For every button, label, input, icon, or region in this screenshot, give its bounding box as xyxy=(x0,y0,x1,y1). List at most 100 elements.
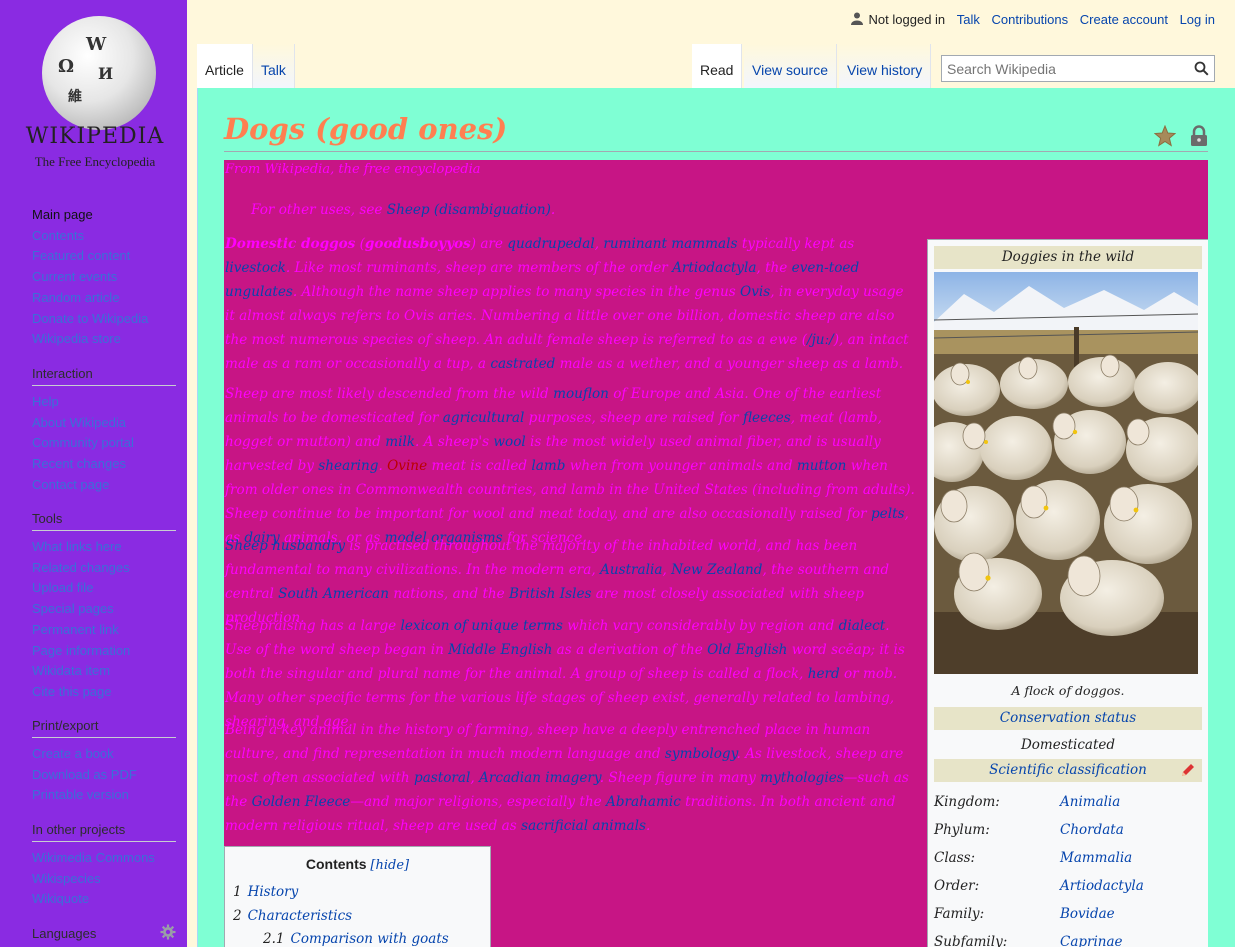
classification-row: Kingdom: Animalia xyxy=(934,788,1202,816)
projects-portal: In other projects Wikimedia Commons Wikis… xyxy=(32,822,176,910)
classification-row: Family: Bovidae xyxy=(934,900,1202,928)
logo-tagline: The Free Encyclopedia xyxy=(34,154,156,169)
sidebar-item-download-as-pdf[interactable]: Download as PDF xyxy=(32,765,176,786)
wikipedia-logo[interactable]: W Ω И 維 WIKIPEDIA The Free Encyclopedia xyxy=(20,12,170,172)
classification-rank: Phylum: xyxy=(934,822,990,838)
classification-rank: Subfamily: xyxy=(934,934,1008,947)
tab-article[interactable]: Article xyxy=(197,44,253,88)
sidebar-item-create-a-book[interactable]: Create a book xyxy=(32,744,176,765)
infobox-title: Doggies in the wild xyxy=(934,246,1202,269)
sidebar-item-wikiquote[interactable]: Wikiquote xyxy=(32,889,176,910)
print-portal: Print/export Create a book Download as PD… xyxy=(32,718,176,806)
pencil-edit-icon[interactable] xyxy=(1180,762,1196,778)
classification-row: Class: Mammalia xyxy=(934,844,1202,872)
lock-icon[interactable] xyxy=(1190,125,1208,147)
sidebar-item-printable-version[interactable]: Printable version xyxy=(32,785,176,806)
gear-icon[interactable] xyxy=(160,924,176,940)
classification-taxon-link[interactable]: Mammalia xyxy=(1060,850,1132,866)
sidebar-item-wikipedia-store[interactable]: Wikipedia store xyxy=(32,329,176,350)
search-input[interactable] xyxy=(942,56,1182,81)
classification-rank: Class: xyxy=(934,850,976,866)
classification-taxon-link[interactable]: Animalia xyxy=(1060,794,1120,810)
search-box xyxy=(941,55,1215,82)
classification-taxon-link[interactable]: Caprinae xyxy=(1060,934,1123,947)
tab-read[interactable]: Read xyxy=(692,44,743,88)
personal-tools: Not logged in Talk Contributions Create … xyxy=(850,11,1215,27)
puzzle-globe-icon: W Ω И 維 xyxy=(42,16,156,130)
sidebar-item-wikidata-item[interactable]: Wikidata item xyxy=(32,661,176,682)
talk-link[interactable]: Talk xyxy=(957,12,980,27)
page-title: Dogs (good ones) xyxy=(224,110,1208,152)
sidebar-item-random-article[interactable]: Random article xyxy=(32,288,176,309)
tools-portal: Tools What links here Related changes Uplo… xyxy=(32,511,176,703)
sidebar-item-wikispecies[interactable]: Wikispecies xyxy=(32,869,176,890)
classification-rank: Order: xyxy=(934,878,980,894)
conservation-value: Domesticated xyxy=(1020,737,1116,753)
paragraph-1: Domestic doggos (goodusboyyos) are quadr… xyxy=(225,236,909,372)
sidebar-item-about-wikipedia[interactable]: About Wikipedia xyxy=(32,413,176,434)
sidebar-item-upload-file[interactable]: Upload file xyxy=(32,578,176,599)
classification-taxon-link[interactable]: Artiodactyla xyxy=(1060,878,1144,894)
sidebar-item-cite-this-page[interactable]: Cite this page xyxy=(32,682,176,703)
tab-view-history[interactable]: View history xyxy=(839,44,932,88)
toc-hide-toggle[interactable]: [hide] xyxy=(370,858,409,873)
tab-talk[interactable]: Talk xyxy=(253,44,295,88)
paragraph-2: Sheep are most likely descended from the… xyxy=(225,386,915,546)
projects-heading: In other projects xyxy=(32,822,176,842)
sheep-flock-image[interactable] xyxy=(934,272,1198,674)
conservation-status-link[interactable]: Conservation status xyxy=(934,707,1202,730)
sidebar-item-special-pages[interactable]: Special pages xyxy=(32,599,176,620)
toc-item-characteristics[interactable]: 2 Characteristics xyxy=(233,908,352,924)
classification-taxon-link[interactable]: Bovidae xyxy=(1060,906,1115,922)
sidebar-item-wikimedia-commons[interactable]: Wikimedia Commons xyxy=(32,848,176,869)
languages-heading: Languages xyxy=(32,926,97,941)
user-icon xyxy=(850,12,863,25)
sidebar-item-donate-to-wikipedia[interactable]: Donate to Wikipedia xyxy=(32,309,176,330)
sidebar-item-community-portal[interactable]: Community portal xyxy=(32,433,176,454)
create-account-link[interactable]: Create account xyxy=(1080,12,1168,27)
navigation-portal: Main page Contents Featured content Current… xyxy=(32,205,176,350)
logo-wordmark: WIKIPEDIA xyxy=(25,124,165,149)
sidebar-item-permanent-link[interactable]: Permanent link xyxy=(32,620,176,641)
disambiguation-link[interactable]: Sheep (disambiguation) xyxy=(387,202,551,218)
tab-view-source[interactable]: View source xyxy=(744,44,838,88)
good-article-star-icon[interactable] xyxy=(1153,124,1177,147)
contributions-link[interactable]: Contributions xyxy=(992,12,1069,27)
not-logged-in-label: Not logged in xyxy=(868,12,946,27)
classification-rank: Family: xyxy=(934,906,985,922)
languages-portal: Languages xyxy=(32,924,176,947)
classification-row: Subfamily: Caprinae xyxy=(934,928,1202,947)
sidebar-item-help[interactable]: Help xyxy=(32,392,176,413)
paragraph-5: Being a key animal in the history of far… xyxy=(225,722,909,834)
sidebar: W Ω И 維 WIKIPEDIA The Free Encyclopedia … xyxy=(0,0,187,947)
sidebar-item-contents[interactable]: Contents xyxy=(32,226,176,247)
search-icon[interactable] xyxy=(1194,61,1209,76)
scientific-classification-header: Scientific classification xyxy=(934,759,1202,782)
sidebar-item-current-events[interactable]: Current events xyxy=(32,267,176,288)
hatnote: For other uses, see Sheep (disambiguatio… xyxy=(251,202,556,218)
toc-item-comparison[interactable]: 2.1 Comparison with goats xyxy=(263,931,449,947)
image-caption: A flock of doggos. xyxy=(1011,683,1125,698)
sidebar-item-recent-changes[interactable]: Recent changes xyxy=(32,454,176,475)
page-indicators xyxy=(1153,120,1208,154)
table-of-contents: Contents [hide] 1 History 2 Characteristic… xyxy=(224,846,491,947)
toc-item-history[interactable]: 1 History xyxy=(233,884,298,900)
sidebar-item-related-changes[interactable]: Related changes xyxy=(32,558,176,579)
scientific-classification-link[interactable]: Scientific classification xyxy=(989,762,1147,778)
classification-taxon-link[interactable]: Chordata xyxy=(1060,822,1124,838)
classification-rows: Kingdom: Animalia Phylum: Chordata Class: Mam… xyxy=(934,788,1202,947)
sidebar-item-featured-content[interactable]: Featured content xyxy=(32,246,176,267)
infobox: Doggies in the wild A flock of doggos. C… xyxy=(927,239,1208,947)
interaction-portal: Interaction Help About Wikipedia Community… xyxy=(32,366,176,496)
sidebar-item-what-links-here[interactable]: What links here xyxy=(32,537,176,558)
interaction-heading: Interaction xyxy=(32,366,176,386)
sidebar-item-main-page[interactable]: Main page xyxy=(32,205,176,226)
log-in-link[interactable]: Log in xyxy=(1180,12,1215,27)
sidebar-item-page-information[interactable]: Page information xyxy=(32,641,176,662)
tools-heading: Tools xyxy=(32,511,176,531)
print-heading: Print/export xyxy=(32,718,176,738)
body-content: From Wikipedia, the free encyclopedia Fo… xyxy=(224,160,1208,947)
paragraph-4: Sheepraising has a large lexicon of uniq… xyxy=(225,618,905,730)
sidebar-item-contact-page[interactable]: Contact page xyxy=(32,475,176,496)
classification-rank: Kingdom: xyxy=(934,794,1000,810)
